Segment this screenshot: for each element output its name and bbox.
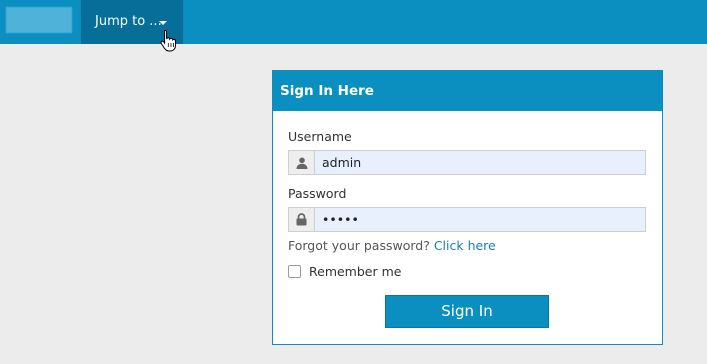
forgot-password-row: Forgot your password? Click here [288, 238, 496, 253]
user-icon [289, 151, 315, 174]
panel-title: Sign In Here [273, 71, 662, 111]
remember-me-label[interactable]: Remember me [309, 264, 401, 279]
username-input-group [288, 150, 646, 175]
remember-me-checkbox[interactable] [288, 265, 301, 278]
sign-in-button[interactable]: Sign In [385, 295, 549, 328]
jump-to-label: Jump to ... [95, 14, 162, 29]
password-label: Password [288, 186, 347, 201]
sign-in-panel: Sign In Here Username Password Forgot yo… [272, 70, 663, 345]
lock-icon [289, 208, 315, 231]
username-label: Username [288, 129, 352, 144]
logo[interactable] [6, 7, 72, 33]
forgot-password-text: Forgot your password? [288, 238, 430, 253]
remember-me-row: Remember me [288, 264, 401, 279]
hand-cursor-icon [160, 29, 176, 52]
caret-down-icon [159, 21, 167, 25]
username-input[interactable] [315, 151, 645, 174]
top-navbar: Jump to ... [0, 0, 707, 44]
password-input-group [288, 207, 646, 232]
forgot-password-link[interactable]: Click here [434, 238, 496, 253]
password-input[interactable] [315, 208, 645, 231]
